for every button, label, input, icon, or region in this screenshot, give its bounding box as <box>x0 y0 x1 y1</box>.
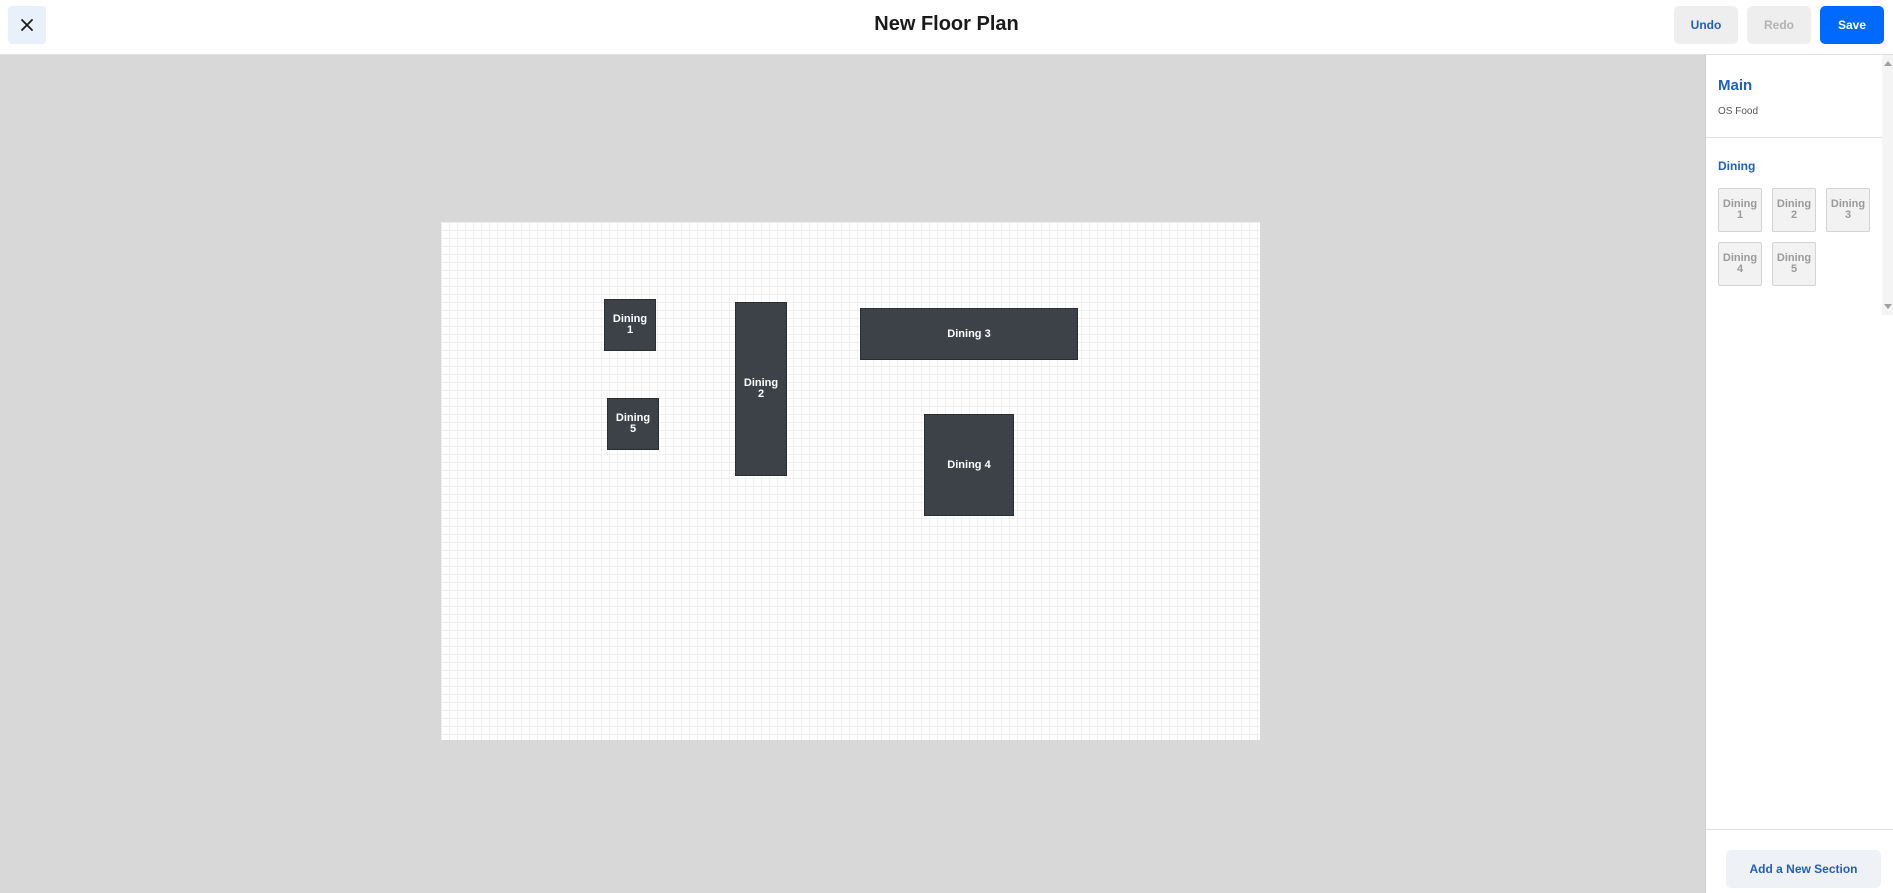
table-dining-5[interactable]: Dining 5 <box>607 398 659 450</box>
section-subtitle: OS Food <box>1718 106 1759 117</box>
add-section-button[interactable]: Add a New Section <box>1726 850 1881 888</box>
table-thumbnail-4[interactable]: Dining 4 <box>1718 242 1762 286</box>
table-thumbnail-2[interactable]: Dining 2 <box>1772 188 1816 232</box>
table-thumbnail-1[interactable]: Dining 1 <box>1718 188 1762 232</box>
table-dining-2[interactable]: Dining 2 <box>735 302 787 476</box>
sections-panel: Main OS Food Dining Dining 1 Dining 2 Dini… <box>1705 55 1893 893</box>
undo-button[interactable]: Undo <box>1674 6 1738 44</box>
page-title: New Floor Plan <box>874 13 1019 35</box>
divider <box>1706 137 1882 138</box>
table-dining-4[interactable]: Dining 4 <box>924 414 1014 516</box>
table-dining-3[interactable]: Dining 3 <box>860 308 1078 360</box>
redo-button[interactable]: Redo <box>1747 6 1811 44</box>
table-thumbnail-5[interactable]: Dining 5 <box>1772 242 1816 286</box>
table-dining-1[interactable]: Dining 1 <box>604 299 656 351</box>
panel-scrollbar[interactable] <box>1882 55 1893 315</box>
group-label: Dining <box>1718 159 1756 173</box>
floor-plan-canvas[interactable]: Dining 1 Dining 2 Dining 3 Dining 4 Dining… <box>441 222 1260 740</box>
table-thumbnail-3[interactable]: Dining 3 <box>1826 188 1870 232</box>
section-title[interactable]: Main <box>1718 77 1752 94</box>
scroll-down-icon[interactable] <box>1884 304 1892 309</box>
save-button[interactable]: Save <box>1820 6 1884 44</box>
top-header: New Floor Plan Undo Redo Save <box>0 0 1893 55</box>
scroll-up-icon[interactable] <box>1884 61 1892 66</box>
divider <box>1706 829 1893 830</box>
